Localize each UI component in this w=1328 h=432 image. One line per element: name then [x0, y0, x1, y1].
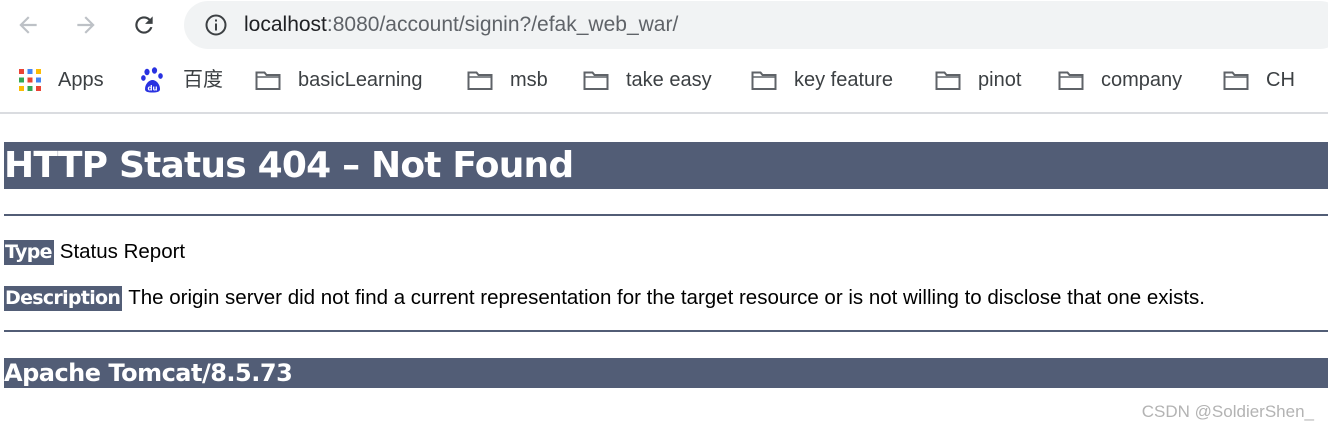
arrow-left-icon [19, 16, 37, 34]
url-host: localhost [244, 13, 327, 36]
reload-button[interactable] [126, 7, 162, 43]
bookmark-folder-basiclearning[interactable]: basicLearning [255, 67, 423, 93]
baidu-paw-icon: du [141, 67, 163, 93]
address-bar[interactable]: localhost:8080/account/signin?/efak_web_… [184, 1, 1328, 49]
bookmark-folder-label: CH [1266, 69, 1295, 91]
bookmark-folder-label: take easy [626, 69, 712, 91]
description-value: The origin server did not find a current… [128, 286, 1206, 309]
type-line: Type Status Report [4, 238, 185, 266]
bookmark-folder-take-easy[interactable]: take easy [583, 67, 712, 93]
bookmark-folder-ch[interactable]: CH [1223, 67, 1295, 93]
bookmark-baidu[interactable]: du 百度 [141, 67, 223, 93]
bookmark-apps[interactable]: Apps [18, 67, 104, 93]
forward-button[interactable] [68, 7, 104, 43]
bookmark-folder-label: key feature [794, 69, 893, 91]
bookmark-folder-key-feature[interactable]: key feature [751, 67, 893, 93]
url-text[interactable]: localhost:8080/account/signin?/efak_web_… [244, 12, 678, 38]
bookmark-folder-company[interactable]: company [1058, 67, 1182, 93]
type-label: Type [4, 239, 54, 265]
info-icon[interactable] [204, 13, 228, 37]
svg-text:du: du [148, 85, 158, 93]
apps-grid-icon [19, 69, 41, 91]
url-path: :8080/account/signin?/efak_web_war/ [326, 13, 679, 36]
bookmark-folder-label: pinot [978, 69, 1022, 91]
bookmark-folder-label: basicLearning [298, 69, 423, 91]
folder-icon [935, 71, 961, 90]
page-title: HTTP Status 404 – Not Found [4, 145, 574, 186]
divider-bottom [4, 330, 1328, 332]
folder-icon [255, 71, 281, 90]
reload-icon [135, 16, 153, 34]
bookmark-folder-label: msb [510, 69, 548, 91]
type-value: Status Report [59, 240, 186, 263]
browser-toolbar: localhost:8080/account/signin?/efak_web_… [0, 0, 1328, 52]
folder-icon [751, 71, 777, 90]
arrow-right-icon [77, 16, 95, 34]
back-button[interactable] [10, 7, 46, 43]
folder-icon [583, 71, 609, 90]
bookmark-folder-msb[interactable]: msb [467, 67, 548, 93]
description-line: Description The origin server did not fi… [4, 284, 1205, 312]
server-info: Apache Tomcat/8.5.73 [4, 359, 293, 387]
bookmarks-bar: Apps du 百度 basicLearning msb take easy k… [0, 57, 1328, 103]
folder-icon [1223, 71, 1249, 90]
bookmark-baidu-label: 百度 [183, 69, 223, 91]
bookmark-folder-pinot[interactable]: pinot [935, 67, 1021, 93]
description-label: Description [4, 285, 123, 311]
toolbar-divider [0, 112, 1328, 114]
divider-top [4, 214, 1328, 216]
folder-icon [467, 71, 493, 90]
bookmark-folder-label: company [1101, 69, 1183, 91]
folder-icon [1058, 71, 1084, 90]
bookmark-apps-label: Apps [58, 69, 104, 91]
watermark: CSDN @SoldierShen_ [1141, 402, 1314, 421]
